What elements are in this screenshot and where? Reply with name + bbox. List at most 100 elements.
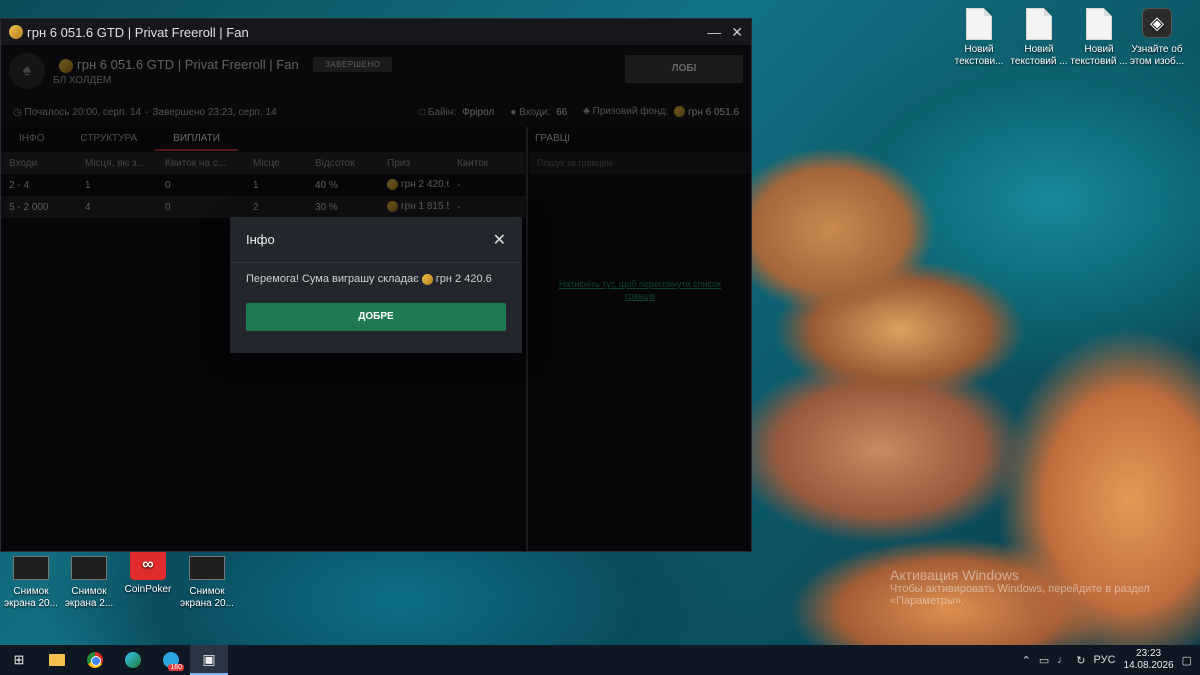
coinpoker-icon: ∞ (130, 550, 166, 580)
cell: - (457, 201, 461, 213)
screenshot-file-icon (71, 556, 107, 580)
text-file-icon (1086, 8, 1112, 40)
lobby-button[interactable]: ЛОБІ (625, 55, 743, 83)
cell: 40 % (315, 179, 338, 191)
buyin-info: □ Байін: Фрірол (419, 106, 495, 118)
desktop-icon-label: Снимок экрана 20... (180, 586, 234, 609)
coin-icon (421, 273, 433, 285)
tab-info[interactable]: ІНФО (1, 127, 62, 151)
desktop-icon-coinpoker[interactable]: ∞ CoinPoker (117, 550, 179, 596)
status-badge: ЗАВЕРШЕНО (313, 57, 393, 72)
close-icon[interactable]: ✕ (731, 24, 743, 41)
ok-button[interactable]: ДОБРЕ (246, 303, 506, 331)
dialog-message: Перемога! Сума виграшу складає грн 2 420… (246, 273, 492, 285)
desktop-icon-text-file-2[interactable]: Новий текстовий ... (1008, 8, 1070, 68)
tab-payouts[interactable]: ВИПЛАТИ (155, 127, 238, 151)
watermark-text: Чтобы активировать Windows, перейдите в … (890, 583, 1150, 607)
cell: 0 (165, 179, 171, 191)
close-icon[interactable]: ✕ (493, 230, 506, 250)
desktop-icon-text-file-3[interactable]: Новий текстовий ... (1068, 8, 1130, 68)
taskbar-coinpoker[interactable]: ▣ (190, 645, 228, 675)
desktop-icon-screenshot-2[interactable]: Снимок экрана 2... (58, 556, 120, 610)
coin-icon (9, 25, 23, 39)
prize-pool-info: ♣ Призовий фонд: грн 6 051.6 (583, 106, 739, 118)
column-header[interactable]: Приз (379, 158, 449, 169)
desktop-icon-label: Снимок экрана 2... (64, 586, 114, 609)
clock-icon: ◷ (13, 106, 22, 118)
start-button[interactable]: ⊞ (0, 645, 38, 675)
text-file-icon (1026, 8, 1052, 40)
window-titlebar[interactable]: грн 6 051.6 GTD | Privat Freeroll | Fan … (1, 19, 751, 45)
column-header[interactable]: Відсоток (307, 158, 379, 169)
dialog-title: Інфо (246, 232, 275, 247)
cell: грн 2 420.6 (379, 179, 449, 191)
payout-table: Входи Місця, які з... Квиток на с... Міс… (1, 152, 525, 218)
players-panel: ГРАВЦІ Пошук за гравцем Натисніть тут, щ… (529, 127, 751, 551)
desktop-icon-label: Снимок экрана 20... (4, 586, 58, 609)
system-tray: ⌃ ▭ ♩ ↻ РУС 23:23 14.08.2026 ▢ (1022, 648, 1200, 672)
show-players-link[interactable]: Натисніть тут, щоб переглянути список гр… (529, 278, 751, 302)
panel-divider[interactable] (526, 127, 528, 551)
table-header: Входи Місця, які з... Квиток на с... Міс… (1, 152, 525, 174)
desktop-icon-screenshot-1[interactable]: Снимок экрана 20... (0, 556, 62, 610)
minimize-icon[interactable]: — (707, 24, 721, 41)
cell: грн 1 815.5 (379, 201, 449, 213)
tab-structure[interactable]: СТРУКТУРА (62, 127, 155, 151)
tournament-title: грн 6 051.6 GTD | Privat Freeroll | Fan (59, 57, 299, 73)
cell: - (457, 179, 461, 191)
sync-icon[interactable]: ↻ (1076, 654, 1085, 667)
taskbar-edge[interactable] (114, 645, 152, 675)
desktop-icon-learn-about-image[interactable]: ◈ Узнайте об этом изоб... (1126, 8, 1188, 68)
table-row[interactable]: 5 - 2 000 4 0 2 30 % грн 1 815.5 - (1, 196, 525, 218)
tournament-info-bar: ◷ Почалось 20:00, серп. 14 - Завершено 2… (1, 97, 751, 127)
entries-info: ● Входи: 66 (510, 106, 568, 118)
cell: 1 (85, 179, 91, 191)
poker-window-icon: ▣ (202, 650, 216, 667)
folder-icon (49, 654, 65, 666)
cell: 30 % (315, 201, 338, 213)
column-header[interactable]: Квиток (449, 158, 519, 169)
desktop-icon-label: Новий текстови... (954, 44, 1004, 67)
chevron-up-icon[interactable]: ⌃ (1022, 654, 1031, 667)
cell: 2 (253, 201, 259, 213)
taskbar-telegram[interactable]: 160 (152, 645, 190, 675)
players-title: ГРАВЦІ (535, 133, 570, 144)
tournament-header: ♠ грн 6 051.6 GTD | Privat Freeroll | Fa… (1, 45, 751, 97)
taskbar-explorer[interactable] (38, 645, 76, 675)
chrome-icon (87, 652, 103, 668)
screenshot-file-icon (13, 556, 49, 580)
table-row[interactable]: 2 - 4 1 0 1 40 % грн 2 420.6 - (1, 174, 525, 196)
watermark-title: Активация Windows (890, 567, 1020, 583)
date: 14.08.2026 (1123, 660, 1174, 671)
column-header[interactable]: Входи (1, 158, 77, 169)
desktop-icon-text-file-1[interactable]: Новий текстови... (948, 8, 1010, 68)
time: 23:23 (1136, 648, 1162, 659)
notification-badge: 160 (168, 664, 184, 671)
notifications-icon[interactable]: ▢ (1182, 654, 1192, 667)
clock[interactable]: 23:23 14.08.2026 (1124, 648, 1174, 672)
volume-icon[interactable]: ♩ (1057, 654, 1068, 666)
window-title: грн 6 051.6 GTD | Privat Freeroll | Fan (27, 24, 249, 40)
cards-icon: ♠ (9, 53, 45, 89)
cell: 2 - 4 (9, 179, 30, 191)
started-time: Почалось 20:00, серп. 14 (24, 106, 142, 118)
language-indicator[interactable]: РУС (1094, 654, 1116, 666)
cell: 5 - 2 000 (9, 201, 49, 213)
cell: 4 (85, 201, 91, 213)
tournament-tabs: ІНФО СТРУКТУРА ВИПЛАТИ (1, 127, 525, 151)
network-icon[interactable]: ▭ (1039, 654, 1049, 667)
players-search-input[interactable]: Пошук за гравцем (529, 152, 751, 174)
learn-about-image-icon: ◈ (1142, 8, 1172, 38)
trophy-icon: ♣ (583, 106, 590, 118)
column-header[interactable]: Місця, які з... (77, 158, 157, 169)
coin-icon (387, 201, 398, 213)
column-header[interactable]: Місце (245, 158, 307, 169)
desktop-icon-screenshot-3[interactable]: Снимок экрана 20... (176, 556, 238, 610)
column-header[interactable]: Квиток на с... (157, 158, 245, 169)
text-file-icon (966, 8, 992, 40)
taskbar-chrome[interactable] (76, 645, 114, 675)
desktop-icon-label: CoinPoker (124, 584, 172, 595)
dialog-header: Інфо ✕ (230, 217, 522, 263)
taskbar: ⊞ 160 ▣ ⌃ ▭ ♩ ↻ РУС 23:23 14.08.2026 ▢ (0, 645, 1200, 675)
edge-icon (125, 652, 141, 668)
